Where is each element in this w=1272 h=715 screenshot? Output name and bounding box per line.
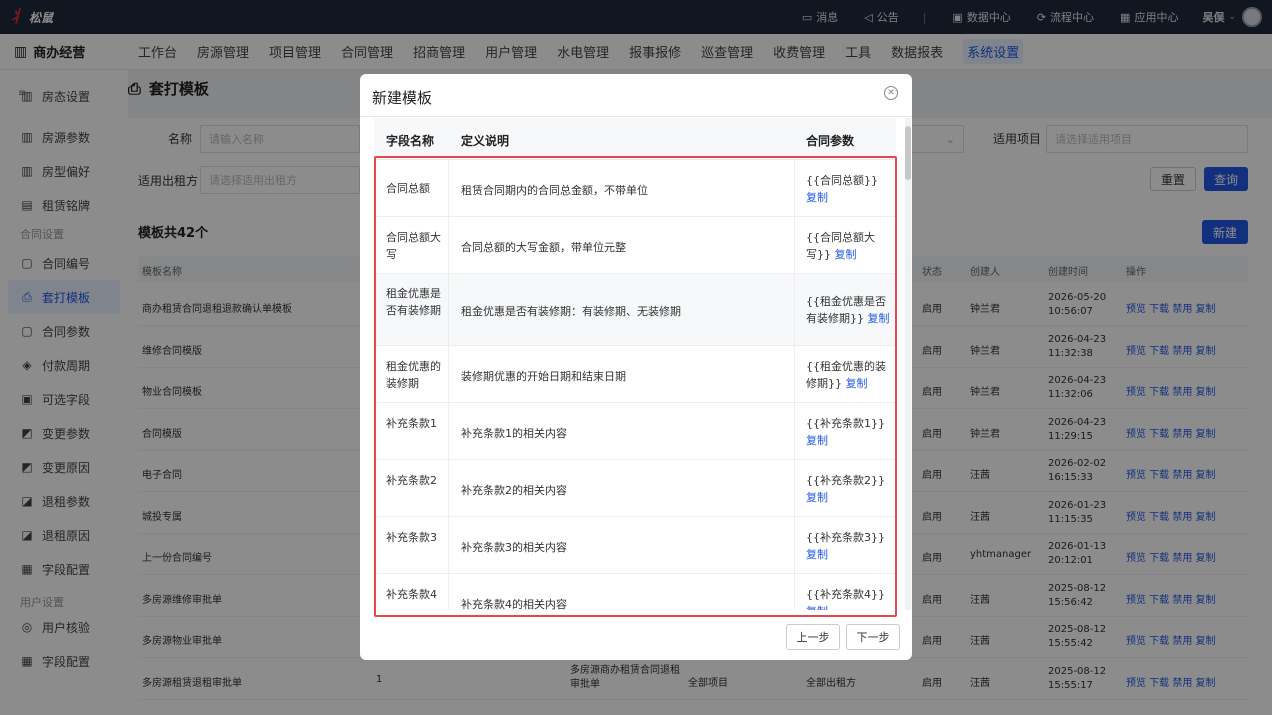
col-field-name: 字段名称 — [386, 134, 435, 148]
close-icon[interactable]: ✕ — [884, 86, 898, 100]
dialog-title: 新建模板 — [372, 89, 433, 107]
scrollbar-thumb[interactable] — [905, 126, 911, 180]
next-button[interactable]: 下一步 — [846, 624, 900, 650]
prev-button[interactable]: 上一步 — [786, 624, 840, 650]
field-table-header: 字段名称 定义说明 合同参数 — [374, 118, 896, 160]
dialog-scrollbar[interactable] — [905, 118, 911, 610]
col-definition: 定义说明 — [461, 134, 510, 148]
dialog-divider — [360, 116, 912, 117]
highlight-box — [374, 156, 897, 617]
col-param: 合同参数 — [806, 134, 855, 148]
